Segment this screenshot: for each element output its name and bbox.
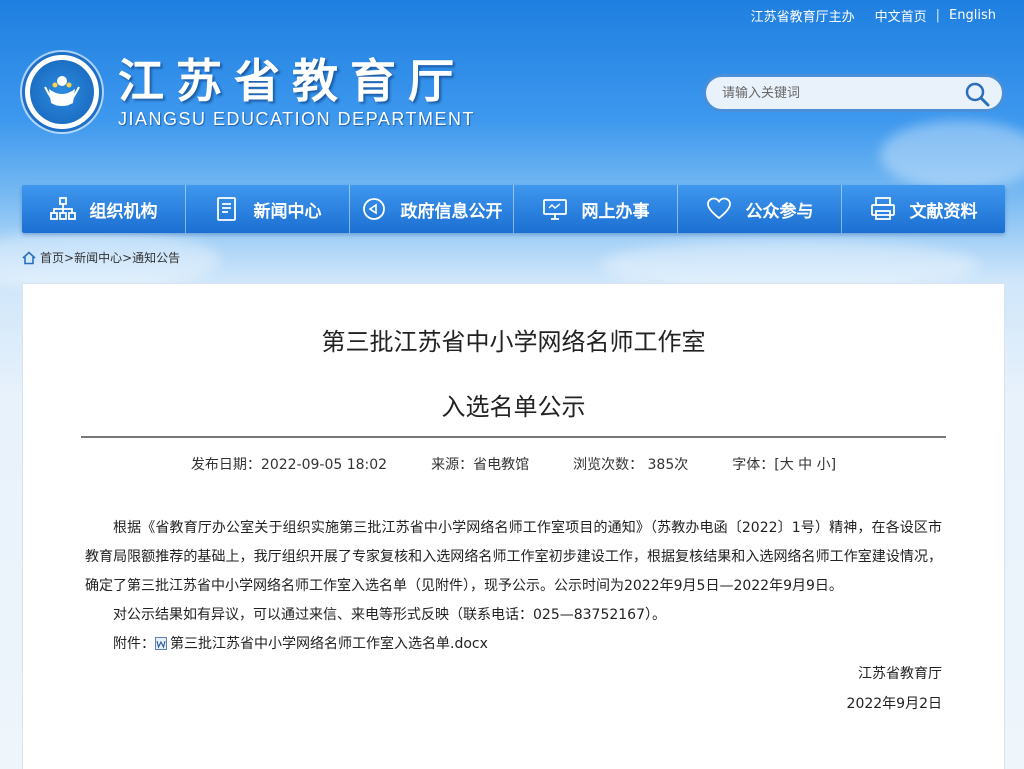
font-large-button[interactable]: 大 bbox=[780, 457, 794, 473]
document-icon bbox=[216, 197, 236, 221]
site-logo[interactable]: 江苏省教育厅 JIANGSU EDUCATION DEPARTMENT bbox=[22, 52, 475, 132]
link-separator: | bbox=[935, 8, 941, 23]
host-label: 江苏省教育厅主办 bbox=[750, 10, 855, 25]
publish-date: 发布日期：2022-09-05 18:02 bbox=[190, 457, 388, 473]
attachment-label: 附件： bbox=[113, 636, 155, 652]
site-title-cn: 江苏省教育厅 bbox=[118, 53, 466, 108]
org-chart-icon bbox=[49, 197, 76, 220]
breadcrumb: 首页> 新闻中心> 通知公告 bbox=[22, 249, 180, 266]
home-icon bbox=[22, 250, 36, 264]
nav-item-public[interactable]: 公众参与 bbox=[678, 185, 842, 233]
article-panel: 第三批江苏省中小学网络名师工作室 入选名单公示 发布日期：2022-09-05 … bbox=[22, 283, 1005, 769]
breadcrumb-home[interactable]: 首页> bbox=[40, 249, 74, 266]
font-size-control: 字体：[大 中 小] bbox=[732, 454, 836, 474]
nav-label: 网上办事 bbox=[581, 201, 650, 222]
monitor-icon bbox=[542, 199, 567, 220]
font-small-button[interactable]: 小 bbox=[817, 457, 831, 473]
attachment-line: 附件： 第三批江苏省中小学网络名师工作室入选名单.docx bbox=[85, 630, 942, 659]
megaphone-icon bbox=[362, 198, 385, 220]
nav-item-gov-info[interactable]: 政府信息公开 bbox=[350, 185, 514, 233]
word-doc-icon bbox=[155, 637, 167, 650]
nav-label: 文献资料 bbox=[909, 201, 978, 222]
article-meta: 发布日期：2022-09-05 18:02 来源：省电教馆 浏览次数： 385次… bbox=[23, 454, 1004, 474]
source: 来源：省电教馆 bbox=[431, 457, 530, 473]
cloud-decoration bbox=[880, 120, 1024, 190]
font-size-close: ] bbox=[830, 457, 837, 473]
view-count: 浏览次数： 385次 bbox=[573, 457, 689, 473]
nav-label: 新闻中心 bbox=[253, 201, 322, 222]
font-size-label: 字体：[ bbox=[732, 457, 780, 473]
signature-date: 2022年9月2日 bbox=[846, 696, 942, 712]
signature-org: 江苏省教育厅 bbox=[858, 666, 942, 682]
nav-label: 组织机构 bbox=[89, 201, 158, 222]
cn-home-link[interactable]: 中文首页 bbox=[875, 6, 927, 25]
search-bar bbox=[703, 74, 1005, 112]
font-medium-button[interactable]: 中 bbox=[798, 457, 812, 473]
main-nav: 组织机构 新闻中心 政府信息公开 网上办事 公众参与 文献资料 bbox=[22, 185, 1005, 233]
article-title-line2: 入选名单公示 bbox=[441, 393, 586, 421]
nav-item-online-service[interactable]: 网上办事 bbox=[514, 185, 678, 233]
title-divider bbox=[81, 436, 946, 438]
top-links: 江苏省教育厅主办 中文首页 | English bbox=[751, 6, 996, 25]
breadcrumb-notice[interactable]: 通知公告 bbox=[132, 249, 180, 266]
nav-label: 公众参与 bbox=[745, 201, 814, 222]
site-title-en: JIANGSU EDUCATION DEPARTMENT bbox=[118, 108, 476, 129]
paragraph: 根据《省教育厅办公室关于组织实施第三批江苏省中小学网络名师工作室项目的通知》（苏… bbox=[85, 520, 942, 594]
nav-item-org[interactable]: 组织机构 bbox=[22, 185, 186, 233]
heart-icon bbox=[706, 197, 731, 220]
emblem-icon bbox=[22, 52, 102, 132]
article-title-line1: 第三批江苏省中小学网络名师工作室 bbox=[321, 328, 706, 356]
search-icon[interactable] bbox=[964, 81, 990, 107]
nav-item-documents[interactable]: 文献资料 bbox=[842, 185, 1005, 233]
attachment-link[interactable]: 第三批江苏省中小学网络名师工作室入选名单.docx bbox=[170, 636, 488, 652]
nav-label: 政府信息公开 bbox=[400, 201, 503, 222]
paragraph: 对公示结果如有异议，可以通过来信、来电等形式反映（联系电话：025—837521… bbox=[113, 607, 666, 623]
nav-item-news[interactable]: 新闻中心 bbox=[186, 185, 350, 233]
article-body: 根据《省教育厅办公室关于组织实施第三批江苏省中小学网络名师工作室项目的通知》（苏… bbox=[85, 514, 942, 659]
search-input[interactable] bbox=[722, 85, 952, 101]
breadcrumb-news[interactable]: 新闻中心> bbox=[74, 249, 132, 266]
english-link[interactable]: English bbox=[949, 8, 996, 23]
printer-icon bbox=[870, 197, 895, 220]
